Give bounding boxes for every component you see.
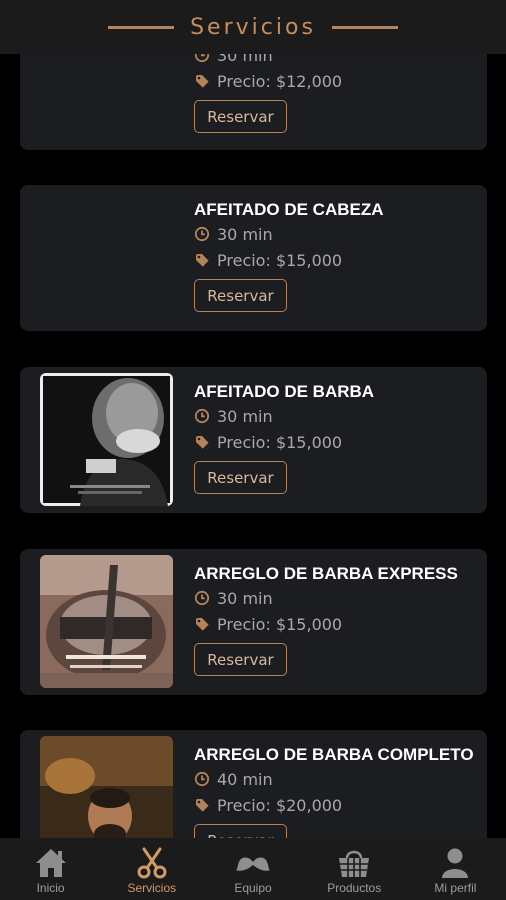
- service-image: [40, 555, 173, 688]
- price-tag-icon: [194, 616, 210, 632]
- service-duration: 30 min: [194, 221, 479, 247]
- nav-item-servicios[interactable]: Servicios: [101, 838, 202, 900]
- book-button[interactable]: Reservar: [194, 461, 287, 494]
- service-name: AFEITADO DE BARBA: [194, 382, 375, 401]
- nav-item-equipo[interactable]: Equipo: [202, 838, 303, 900]
- user-icon: [437, 846, 473, 880]
- service-name: ARREGLO DE BARBA COMPLETO: [194, 745, 474, 764]
- service-card: AFEITADO DE CABEZA 30 min Precio: $15,00…: [20, 185, 487, 331]
- service-info: AFEITADO DE BARBA 30 min Precio: $15,000…: [194, 381, 479, 494]
- scissors-icon: [134, 846, 170, 880]
- app-header: Servicios: [0, 0, 506, 54]
- service-image: [40, 736, 173, 838]
- service-card: ARREGLO DE BARBA COMPLETO 40 min Precio:…: [20, 730, 487, 838]
- service-image: [40, 373, 173, 506]
- price-tag-icon: [194, 252, 210, 268]
- mustache-icon: [235, 846, 271, 880]
- services-list[interactable]: 30 min Precio: $12,000 Reservar AFEITADO…: [0, 0, 506, 838]
- service-price: Precio: $15,000: [194, 611, 479, 637]
- nav-item-productos[interactable]: Productos: [304, 838, 405, 900]
- service-price: Precio: $15,000: [194, 429, 479, 455]
- clock-icon: [194, 226, 210, 242]
- book-button[interactable]: Reservar: [194, 279, 287, 312]
- service-name: AFEITADO DE CABEZA: [194, 200, 384, 219]
- service-info: ARREGLO DE BARBA EXPRESS 30 min Precio: …: [194, 563, 479, 676]
- service-price: Precio: $20,000: [194, 792, 479, 818]
- bottom-nav: Inicio Servicios Equipo Productos Mi per…: [0, 838, 506, 900]
- book-button[interactable]: Reservar: [194, 100, 287, 133]
- service-card: AFEITADO DE BARBA 30 min Precio: $15,000…: [20, 367, 487, 513]
- clock-icon: [194, 590, 210, 606]
- service-duration: 30 min: [194, 403, 479, 429]
- service-price: Precio: $12,000: [194, 68, 479, 94]
- header-divider-right: [331, 25, 398, 29]
- nav-item-inicio[interactable]: Inicio: [0, 838, 101, 900]
- book-button[interactable]: Reservar: [194, 643, 287, 676]
- service-price: Precio: $15,000: [194, 247, 479, 273]
- price-tag-icon: [194, 434, 210, 450]
- service-duration: 30 min: [194, 585, 479, 611]
- service-info: AFEITADO DE CABEZA 30 min Precio: $15,00…: [194, 199, 479, 312]
- price-tag-icon: [194, 797, 210, 813]
- service-card: ARREGLO DE BARBA EXPRESS 30 min Precio: …: [20, 549, 487, 695]
- nav-item-mi-perfil[interactable]: Mi perfil: [405, 838, 506, 900]
- basket-icon: [336, 846, 372, 880]
- header-divider-left: [108, 25, 175, 29]
- book-button[interactable]: Reservar: [194, 824, 287, 838]
- service-duration: 40 min: [194, 766, 479, 792]
- price-tag-icon: [194, 73, 210, 89]
- service-name: ARREGLO DE BARBA EXPRESS: [194, 564, 458, 583]
- clock-icon: [194, 408, 210, 424]
- page-title: Servicios: [190, 14, 316, 40]
- clock-icon: [194, 771, 210, 787]
- service-info: ARREGLO DE BARBA COMPLETO 40 min Precio:…: [194, 744, 479, 838]
- service-info: 30 min Precio: $12,000 Reservar: [194, 42, 479, 133]
- home-icon: [33, 846, 69, 880]
